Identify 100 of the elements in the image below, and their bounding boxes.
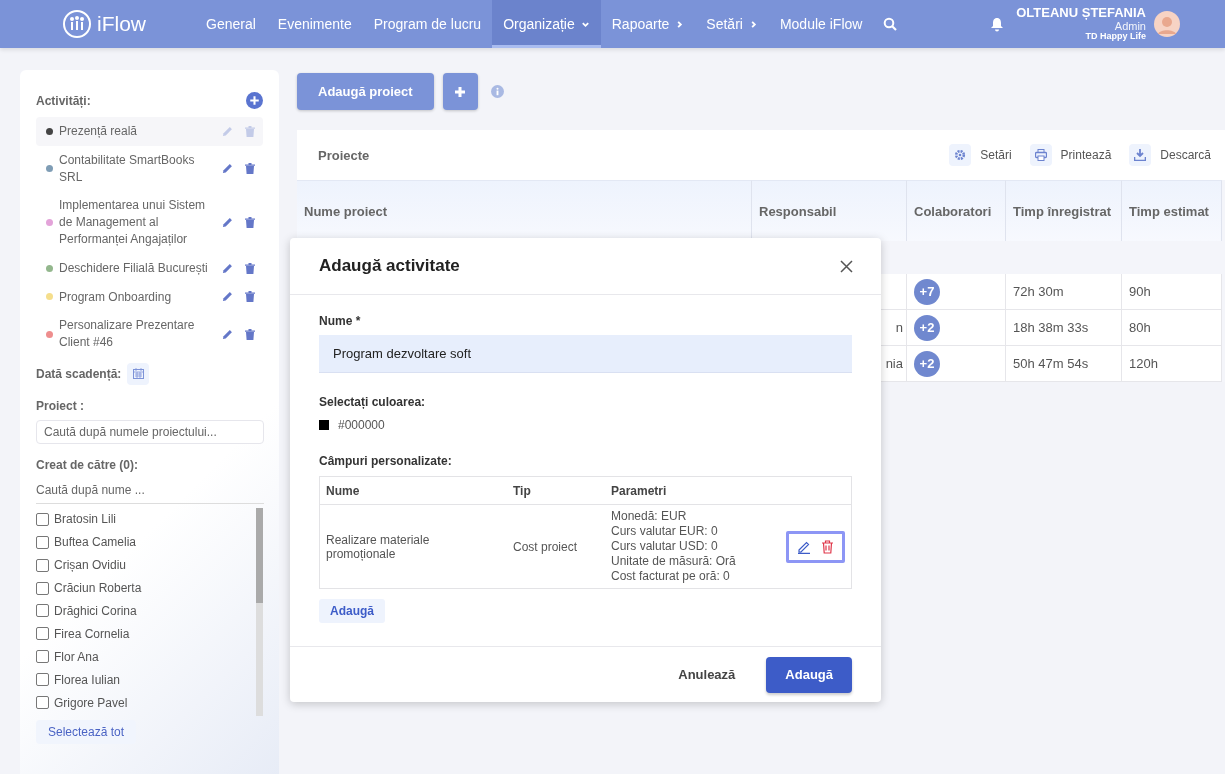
add-icon[interactable] <box>246 92 263 109</box>
calendar-button[interactable] <box>127 362 150 385</box>
checkbox[interactable] <box>36 604 49 618</box>
table-cell: 18h 38m 33s <box>1006 310 1122 346</box>
table-cell: Cost proiect <box>513 539 578 554</box>
pencil-icon[interactable] <box>222 328 233 340</box>
project-search-field[interactable]: Caută după numele proiectului... <box>36 419 264 444</box>
printer-icon[interactable] <box>1029 144 1052 166</box>
field-label: Selectați culoarea: <box>319 395 426 409</box>
collaborators-badge[interactable]: +2 <box>914 350 940 377</box>
nav-item[interactable]: Setări <box>695 0 769 48</box>
add-project-button[interactable]: Adaugă proiect <box>297 73 434 110</box>
plus-button[interactable] <box>442 73 478 110</box>
activity-item[interactable]: Program Onboarding <box>36 282 263 312</box>
section-label: Creat de către (0): <box>36 457 140 472</box>
panel-title: Proiecte <box>318 147 370 163</box>
download-icon[interactable] <box>1129 144 1152 166</box>
company-name: TD Happy Life <box>1085 32 1146 43</box>
trash-icon[interactable] <box>245 328 255 340</box>
person-name: Grigore Pavel <box>54 695 128 710</box>
nav-item[interactable]: Rapoarte <box>600 0 696 48</box>
nav-item[interactable]: Program de lucru <box>362 0 493 48</box>
table-cell: 72h 30m <box>1006 274 1122 310</box>
trash-icon[interactable] <box>245 163 255 175</box>
submit-button[interactable]: Adaugă <box>766 656 852 693</box>
person-name: Firea Cornelia <box>54 626 130 641</box>
add-field-button[interactable]: Adaugă <box>319 599 385 623</box>
column-header: Tip <box>507 476 605 505</box>
checkbox[interactable] <box>36 535 49 549</box>
checkbox[interactable] <box>36 696 49 710</box>
collaborators-badge[interactable]: +7 <box>914 278 940 305</box>
name-search-field[interactable]: Caută după nume ... <box>36 477 264 504</box>
color-value: #000000 <box>338 418 385 432</box>
field-label: Câmpuri personalizate: <box>319 454 452 468</box>
color-swatch[interactable] <box>319 420 329 430</box>
nav-item[interactable]: General <box>195 0 267 48</box>
person-name: Crișan Ovidiu <box>54 558 127 573</box>
pencil-icon[interactable] <box>222 217 233 229</box>
nav-item[interactable]: Module iFlow <box>768 0 874 48</box>
toolbar-action[interactable]: Descarcă <box>1160 148 1211 162</box>
close-icon[interactable] <box>840 259 853 273</box>
checkbox[interactable] <box>36 581 49 595</box>
trash-icon[interactable] <box>821 539 834 554</box>
pencil-icon[interactable] <box>797 539 811 554</box>
bell-icon[interactable] <box>990 16 1005 32</box>
activity-name: Personalizare Prezentare Client #46 <box>59 317 196 351</box>
name-input-field[interactable]: Program dezvoltare soft <box>319 335 852 373</box>
checkbox[interactable] <box>36 558 49 572</box>
activity-item[interactable]: Implementarea unui Sistem de Management al Performanței Angajaților <box>36 191 263 254</box>
pencil-icon[interactable] <box>222 291 233 303</box>
pencil-icon[interactable] <box>222 262 233 274</box>
collaborators-badge[interactable]: +2 <box>914 314 940 341</box>
checkbox[interactable] <box>36 512 49 526</box>
checkbox[interactable] <box>36 673 49 687</box>
trash-icon[interactable] <box>245 291 255 303</box>
checkbox[interactable] <box>36 627 49 641</box>
plus-icon <box>454 85 467 98</box>
nav-item[interactable]: Evenimente <box>266 0 363 48</box>
toolbar-action[interactable]: Setări <box>980 148 1012 162</box>
table-cell: 90h <box>1122 274 1222 310</box>
person-name: Drăghici Corina <box>54 603 137 618</box>
logo-text: iFlow <box>97 12 146 36</box>
pencil-icon[interactable] <box>222 163 233 175</box>
activity-name: Contabilitate SmartBooks SRL <box>59 151 196 186</box>
person-name: Buftea Camelia <box>54 535 137 550</box>
settings-icon[interactable] <box>949 144 972 166</box>
section-label: Activități: <box>36 93 91 108</box>
avatar-icon[interactable] <box>1154 11 1180 37</box>
chevron-right-icon <box>675 19 685 29</box>
column-header[interactable]: Timp înregistrat <box>1006 180 1122 241</box>
column-header: Nume <box>319 476 507 505</box>
column-header[interactable]: Colaboratori <box>907 180 1006 241</box>
column-header[interactable]: Responsabil <box>752 180 907 241</box>
person-name: Florea Iulian <box>54 672 121 687</box>
toolbar-action[interactable]: Printează <box>1060 148 1112 162</box>
person-name: Bratosin Lili <box>54 512 117 527</box>
user-role: Admin <box>1114 20 1146 33</box>
activity-item[interactable]: Personalizare Prezentare Client #46 <box>36 311 263 357</box>
search-icon[interactable] <box>883 17 898 31</box>
user-name: OLTEANU ȘTEFANIA <box>1016 5 1146 21</box>
column-header: Parametri <box>605 476 767 505</box>
table-cell: 50h 47m 54s <box>1006 346 1122 382</box>
cancel-button[interactable]: Anulează <box>672 666 742 683</box>
column-header[interactable]: Nume proiect <box>297 180 752 241</box>
section-label: Proiect : <box>36 398 85 413</box>
activity-name: Implementarea unui Sistem de Management al Performanței Angajaților <box>59 197 207 248</box>
person-name: Crăciun Roberta <box>54 581 142 596</box>
trash-icon[interactable] <box>245 262 255 274</box>
activity-item[interactable]: Deschidere Filială București <box>36 253 263 283</box>
checkbox[interactable] <box>36 650 49 664</box>
activity-item[interactable]: Contabilitate SmartBooks SRL <box>36 145 263 192</box>
column-header[interactable]: Timp estimat <box>1122 180 1222 241</box>
nav-item[interactable]: Organizație <box>492 0 601 48</box>
activity-name: Program Onboarding <box>59 288 173 306</box>
table-cell: 120h <box>1122 346 1222 382</box>
table-cell: Realizare materiale promoționale <box>326 532 430 561</box>
scrollbar[interactable] <box>256 507 263 716</box>
trash-icon[interactable] <box>245 217 255 229</box>
section-label: Dată scadență: <box>36 366 122 381</box>
activity-name: Prezență reală <box>59 123 139 140</box>
